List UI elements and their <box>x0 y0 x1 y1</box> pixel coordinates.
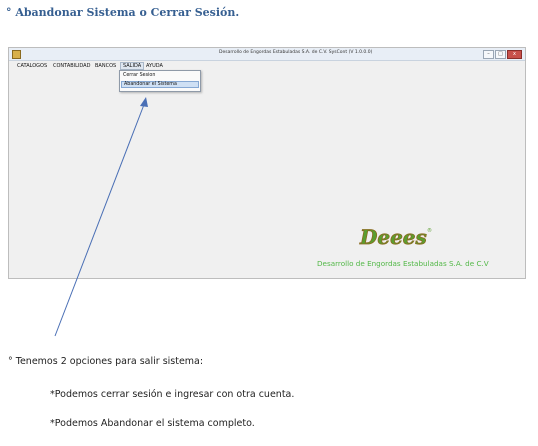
option-1-text: *Podemos cerrar sesión e ingresar con ot… <box>50 389 295 400</box>
intro-text: ° Tenemos 2 opciones para salir sistema: <box>8 356 204 367</box>
pointer-arrow <box>54 97 148 337</box>
option-2-text: *Podemos Abandonar el sistema completo. <box>50 418 255 429</box>
